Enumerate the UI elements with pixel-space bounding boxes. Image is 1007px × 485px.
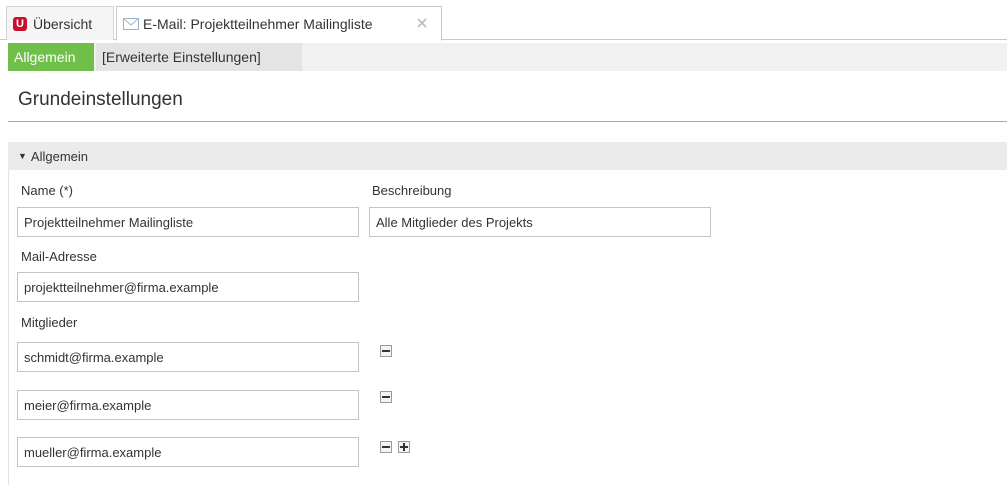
tab-overview-label: Übersicht (33, 15, 93, 32)
minus-icon (382, 446, 390, 448)
plus-icon-vertical (403, 443, 405, 451)
caret-down-icon: ▼ (18, 151, 27, 161)
mail-icon (123, 17, 139, 30)
section-title: Allgemein (30, 148, 89, 164)
tab-mail-label: E-Mail: Projektteilnehmer Mailingliste (143, 15, 373, 32)
tab-mail[interactable]: E-Mail: Projektteilnehmer Mailingliste (116, 6, 442, 41)
description-field[interactable] (369, 207, 711, 237)
name-field[interactable] (17, 207, 359, 237)
description-label: Beschreibung (372, 183, 452, 198)
member-field-1[interactable] (17, 342, 359, 372)
subtab-advanced[interactable]: [Erweiterte Einstellungen] (96, 43, 302, 71)
member-field-3[interactable] (17, 437, 359, 467)
remove-member-1-button[interactable] (380, 345, 392, 357)
name-label: Name (*) (21, 183, 74, 198)
member-field-2[interactable] (17, 390, 359, 420)
minus-icon (382, 396, 390, 398)
remove-member-3-button[interactable] (380, 441, 392, 453)
add-member-button[interactable] (398, 441, 410, 453)
tab-bar: U Übersicht E-Mail: Projektteilnehmer Ma… (0, 0, 1007, 41)
subtab-bar: Allgemein [Erweiterte Einstellungen] (8, 43, 1007, 71)
close-icon[interactable] (415, 16, 429, 30)
mail-address-label: Mail-Adresse (21, 249, 97, 264)
app-logo-icon: U (13, 16, 27, 31)
mail-address-field[interactable] (17, 272, 359, 302)
section-header-general[interactable]: ▼ Allgemein (8, 142, 1007, 170)
minus-icon (382, 350, 390, 352)
tab-overview[interactable]: U Übersicht (6, 6, 114, 40)
subtab-general[interactable]: Allgemein (8, 43, 94, 71)
title-divider (8, 121, 1007, 122)
remove-member-2-button[interactable] (380, 391, 392, 403)
page-title: Grundeinstellungen (18, 89, 183, 110)
members-label: Mitglieder (21, 315, 78, 330)
